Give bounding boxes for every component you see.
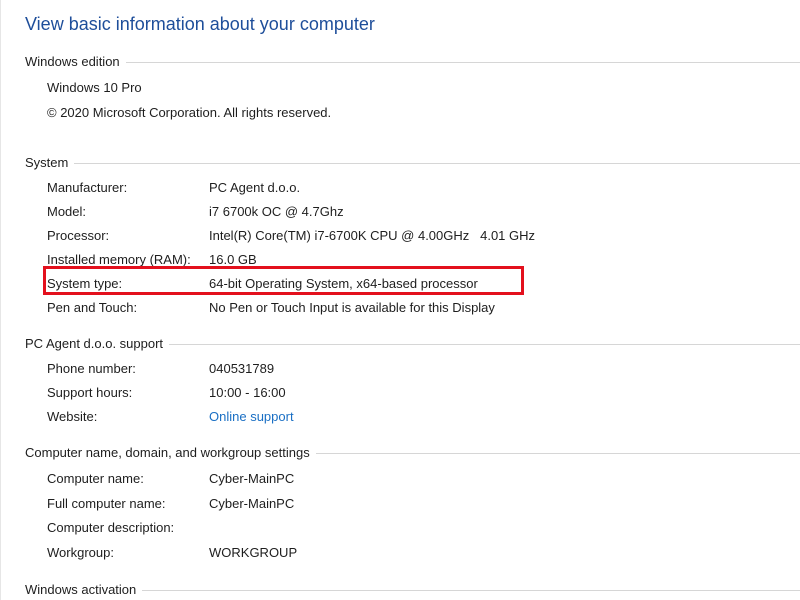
section-divider: [74, 162, 800, 164]
row-label: Manufacturer:: [47, 180, 128, 195]
row-label: Processor:: [47, 228, 110, 243]
row-label: Installed memory (RAM):: [47, 252, 191, 267]
section-divider: [142, 589, 800, 591]
row-value: Cyber-MainPC: [209, 496, 295, 511]
row-label: System type:: [47, 276, 123, 291]
row-label: Computer name:: [47, 471, 144, 486]
section-divider: [169, 343, 800, 345]
online-support-link[interactable]: Online support: [209, 408, 294, 426]
left-edge-divider: [0, 0, 1, 600]
row-value: 10:00 - 16:00: [209, 385, 286, 400]
row-value: 64-bit Operating System, x64-based proce…: [209, 276, 478, 291]
row-label: Workgroup:: [47, 545, 114, 560]
copyright-text: © 2020 Microsoft Corporation. All rights…: [47, 105, 332, 120]
row-label: Model:: [47, 204, 87, 219]
row-value: 16.0 GB: [209, 252, 257, 267]
row-value: Cyber-MainPC: [209, 471, 295, 486]
row-label: Website:: [47, 409, 98, 424]
windows-edition-name: Windows 10 Pro: [47, 80, 142, 95]
section-title-computer-name: Computer name, domain, and workgroup set…: [25, 444, 310, 460]
section-title-support: PC Agent d.o.o. support: [25, 335, 164, 351]
row-label: Phone number:: [47, 361, 136, 376]
section-system: System: [25, 152, 800, 172]
section-title-system: System: [25, 154, 69, 170]
section-windows-activation: Windows activation: [25, 579, 800, 599]
row-label: Support hours:: [47, 385, 133, 400]
row-value: PC Agent d.o.o.: [209, 180, 301, 195]
section-windows-edition: Windows edition: [25, 51, 800, 71]
section-support: PC Agent d.o.o. support: [25, 333, 800, 353]
row-label: Pen and Touch:: [47, 300, 138, 315]
section-title-windows-activation: Windows activation: [25, 581, 137, 597]
section-computer-name: Computer name, domain, and workgroup set…: [25, 442, 800, 462]
row-value: WORKGROUP: [209, 545, 298, 560]
row-value: i7 6700k OC @ 4.7Ghz: [209, 204, 344, 219]
row-value: No Pen or Touch Input is available for t…: [209, 300, 495, 315]
system-info-page: View basic information about your comput…: [0, 0, 800, 600]
row-value: 040531789: [209, 361, 275, 376]
section-divider: [125, 61, 800, 63]
row-label: Full computer name:: [47, 496, 166, 511]
section-divider: [315, 452, 800, 454]
section-title-windows-edition: Windows edition: [25, 53, 120, 69]
page-title: View basic information about your comput…: [25, 14, 375, 34]
row-value: Intel(R) Core(TM) i7-6700K CPU @ 4.00GHz…: [209, 228, 536, 243]
row-label: Computer description:: [47, 520, 175, 535]
